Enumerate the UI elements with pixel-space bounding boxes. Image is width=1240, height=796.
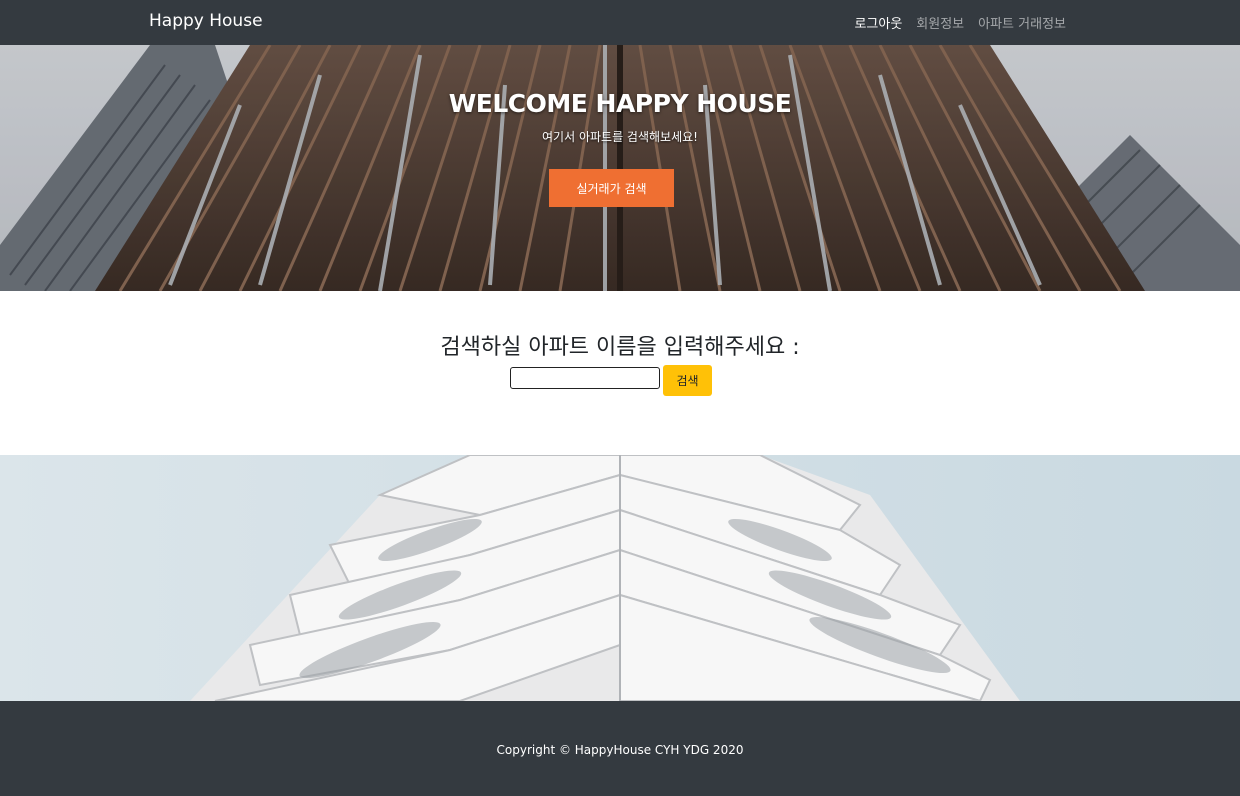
nav-logout-link[interactable]: 로그아웃: [854, 13, 902, 32]
brand-link[interactable]: Happy House: [149, 11, 263, 31]
apartment-name-input[interactable]: [510, 367, 660, 389]
hero-banner: WELCOME HAPPY HOUSE 여기서 아파트를 검색해보세요! 실거래…: [0, 45, 1240, 291]
price-search-button[interactable]: 실거래가 검색: [549, 169, 674, 207]
copyright-text: Copyright © HappyHouse CYH YDG 2020: [496, 743, 744, 757]
hero-title: WELCOME HAPPY HOUSE: [448, 89, 792, 118]
navbar: Happy House 로그아웃 회원정보 아파트 거래정보: [0, 0, 1240, 45]
building-image-section: [0, 455, 1240, 701]
search-heading: 검색하실 아파트 이름을 입력해주세요 :: [440, 335, 800, 360]
hero-building-image: [0, 45, 1240, 291]
hero-subtitle: 여기서 아파트를 검색해보세요!: [542, 130, 698, 144]
nav-apartment-deals-link[interactable]: 아파트 거래정보: [978, 13, 1066, 32]
nav-member-info-link[interactable]: 회원정보: [916, 13, 964, 32]
footer: Copyright © HappyHouse CYH YDG 2020: [0, 701, 1240, 796]
white-building-image: [0, 455, 1240, 701]
nav-links: 로그아웃 회원정보 아파트 거래정보: [854, 13, 1066, 32]
apartment-search-section: 검색하실 아파트 이름을 입력해주세요 : 검색: [0, 291, 1240, 455]
search-button[interactable]: 검색: [663, 365, 712, 396]
